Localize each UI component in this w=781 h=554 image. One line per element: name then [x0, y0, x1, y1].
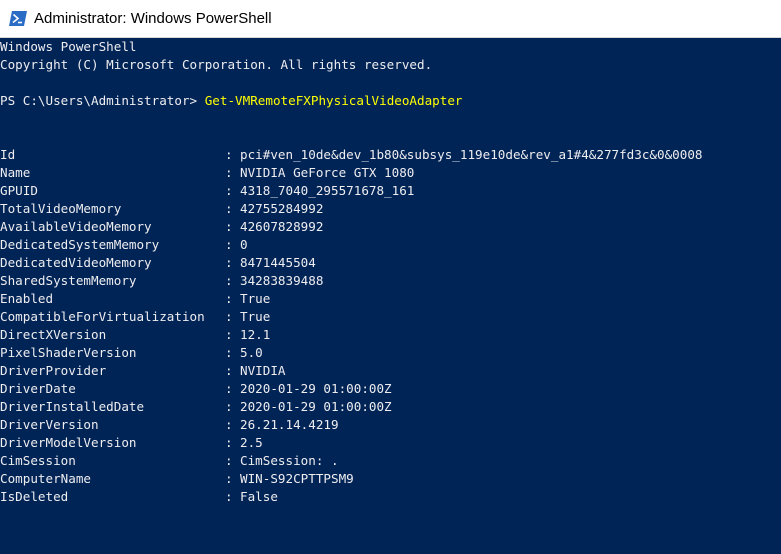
property-separator: :	[225, 417, 233, 432]
property-row: CimSession: CimSession: .	[0, 452, 781, 470]
property-value: 42755284992	[240, 201, 324, 216]
property-separator: :	[225, 399, 233, 414]
property-name: DriverVersion	[0, 417, 99, 432]
title-bar[interactable]: Administrator: Windows PowerShell	[0, 0, 781, 38]
property-row: GPUID:4318_7040_295571678_161	[0, 182, 781, 200]
property-separator: :	[225, 165, 233, 180]
property-row: AvailableVideoMemory:42607828992	[0, 218, 781, 236]
property-name: SharedSystemMemory	[0, 273, 137, 288]
property-row: DriverInstalledDate:2020-01-29 01:00:00Z	[0, 398, 781, 416]
property-name: DirectXVersion	[0, 327, 107, 342]
property-separator: :	[225, 381, 233, 396]
property-row: DedicatedSystemMemory:0	[0, 236, 781, 254]
property-name: DriverDate	[0, 381, 76, 396]
property-name: TotalVideoMemory	[0, 201, 122, 216]
property-separator: :	[225, 453, 233, 468]
property-row: IsDeleted: False	[0, 488, 781, 506]
property-value: 2020-01-29 01:00:00Z	[240, 381, 392, 396]
property-row: DedicatedVideoMemory:8471445504	[0, 254, 781, 272]
property-name: CimSession	[0, 453, 76, 468]
property-name: ComputerName	[0, 471, 91, 486]
property-row: DirectXVersion:12.1	[0, 326, 781, 344]
window-title: Administrator: Windows PowerShell	[34, 10, 272, 27]
property-name: AvailableVideoMemory	[0, 219, 152, 234]
property-name: GPUID	[0, 183, 38, 198]
property-name: IsDeleted	[0, 489, 69, 504]
property-separator: :	[225, 219, 233, 234]
prompt-line: PS C:\Users\Administrator> Get-VMRemoteF…	[0, 92, 463, 110]
property-value: 8471445504	[240, 255, 316, 270]
property-name: DedicatedSystemMemory	[0, 237, 160, 252]
property-separator: :	[225, 489, 233, 504]
property-name: Enabled	[0, 291, 54, 306]
property-row: SharedSystemMemory:34283839488	[0, 272, 781, 290]
property-separator: :	[225, 255, 233, 270]
property-value: 4318_7040_295571678_161	[240, 183, 415, 198]
property-name: DriverModelVersion	[0, 435, 137, 450]
property-separator: :	[225, 309, 233, 324]
property-value: False	[240, 489, 278, 504]
property-name: DedicatedVideoMemory	[0, 255, 152, 270]
property-separator: :	[225, 147, 233, 162]
property-value: 26.21.14.4219	[240, 417, 339, 432]
property-value: True	[240, 291, 271, 306]
property-value: 0	[240, 237, 248, 252]
property-row: DriverModelVersion:2.5	[0, 434, 781, 452]
property-value: 12.1	[240, 327, 271, 342]
property-separator: :	[225, 291, 233, 306]
powershell-window: Administrator: Windows PowerShell Window…	[0, 0, 781, 554]
property-value: NVIDIA	[240, 363, 286, 378]
property-value: 5.0	[240, 345, 263, 360]
property-separator: :	[225, 435, 233, 450]
property-row: Name: NVIDIA GeForce GTX 1080	[0, 164, 781, 182]
property-separator: :	[225, 471, 233, 486]
property-value: 2020-01-29 01:00:00Z	[240, 399, 392, 414]
property-row: Id: pci#ven_10de&dev_1b80&subsys_119e10de…	[0, 146, 781, 164]
property-separator: :	[225, 327, 233, 342]
property-name: CompatibleForVirtualization	[0, 309, 205, 324]
copyright-line: Copyright (C) Microsoft Corporation. All…	[0, 57, 433, 72]
property-name: Id	[0, 147, 16, 162]
property-row: PixelShaderVersion:5.0	[0, 344, 781, 362]
property-name: DriverInstalledDate	[0, 399, 145, 414]
property-name: Name	[0, 165, 31, 180]
property-value: 42607828992	[240, 219, 324, 234]
command-text: Get-VMRemoteFXPhysicalVideoAdapter	[204, 93, 463, 108]
property-separator: :	[225, 201, 233, 216]
property-value: 34283839488	[240, 273, 324, 288]
property-row: DriverVersion:26.21.14.4219	[0, 416, 781, 434]
property-value: CimSession: .	[240, 453, 339, 468]
property-separator: :	[225, 363, 233, 378]
property-value: NVIDIA GeForce GTX 1080	[240, 165, 415, 180]
powershell-icon	[9, 11, 27, 26]
property-value: True	[240, 309, 271, 324]
property-separator: :	[225, 273, 233, 288]
property-value: 2.5	[240, 435, 263, 450]
property-separator: :	[225, 183, 233, 198]
console-output[interactable]: Windows PowerShell Copyright (C) Microso…	[0, 38, 781, 554]
property-row: CompatibleForVirtualization: True	[0, 308, 781, 326]
property-row: ComputerName: WIN-S92CPTTPSM9	[0, 470, 781, 488]
property-row: DriverProvider: NVIDIA	[0, 362, 781, 380]
property-separator: :	[225, 237, 233, 252]
property-separator: :	[225, 345, 233, 360]
header-line: Windows PowerShell	[0, 39, 137, 54]
property-name: DriverProvider	[0, 363, 107, 378]
property-row: TotalVideoMemory:42755284992	[0, 200, 781, 218]
property-row: Enabled: True	[0, 290, 781, 308]
property-value: pci#ven_10de&dev_1b80&subsys_119e10de&re…	[240, 147, 703, 162]
property-name: PixelShaderVersion	[0, 345, 137, 360]
property-value: WIN-S92CPTTPSM9	[240, 471, 354, 486]
prompt-text: PS C:\Users\Administrator>	[0, 93, 205, 108]
property-row: DriverDate:2020-01-29 01:00:00Z	[0, 380, 781, 398]
